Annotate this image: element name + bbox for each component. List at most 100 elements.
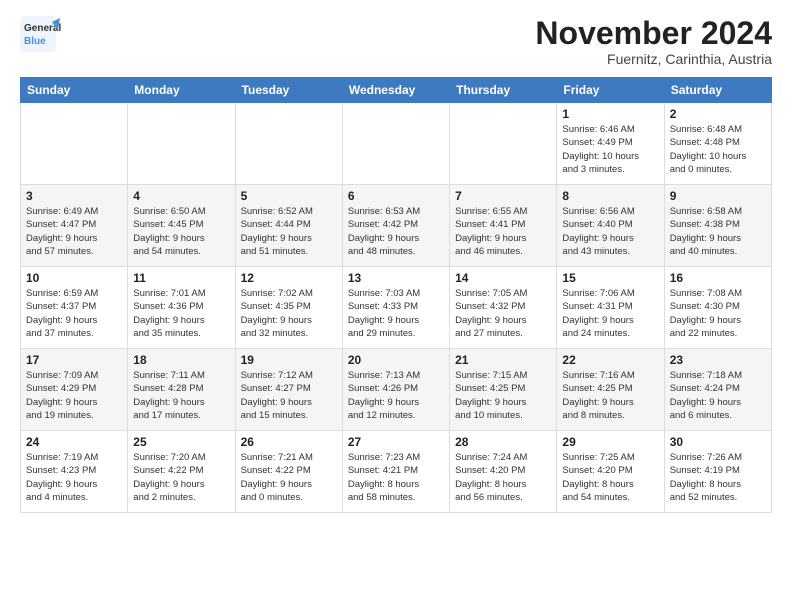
day-number: 18 bbox=[133, 353, 229, 367]
day-number: 11 bbox=[133, 271, 229, 285]
day-info: Sunrise: 6:55 AM Sunset: 4:41 PM Dayligh… bbox=[455, 205, 551, 258]
day-number: 16 bbox=[670, 271, 766, 285]
table-row: 1 Sunrise: 6:46 AM Sunset: 4:49 PM Daylig… bbox=[557, 103, 664, 185]
day-info: Sunrise: 7:19 AM Sunset: 4:23 PM Dayligh… bbox=[26, 451, 122, 504]
day-info: Sunrise: 7:01 AM Sunset: 4:36 PM Dayligh… bbox=[133, 287, 229, 340]
title-area: November 2024 Fuernitz, Carinthia, Austr… bbox=[535, 16, 772, 67]
day-info: Sunrise: 6:53 AM Sunset: 4:42 PM Dayligh… bbox=[348, 205, 444, 258]
header: General Blue November 2024 Fuernitz, Car… bbox=[20, 16, 772, 67]
day-number: 26 bbox=[241, 435, 337, 449]
day-info: Sunrise: 6:58 AM Sunset: 4:38 PM Dayligh… bbox=[670, 205, 766, 258]
day-info: Sunrise: 6:56 AM Sunset: 4:40 PM Dayligh… bbox=[562, 205, 658, 258]
table-row: 3 Sunrise: 6:49 AM Sunset: 4:47 PM Daylig… bbox=[21, 185, 128, 267]
day-info: Sunrise: 7:03 AM Sunset: 4:33 PM Dayligh… bbox=[348, 287, 444, 340]
day-number: 25 bbox=[133, 435, 229, 449]
day-number: 28 bbox=[455, 435, 551, 449]
table-row: 25 Sunrise: 7:20 AM Sunset: 4:22 PM Dayli… bbox=[128, 431, 235, 513]
calendar-week-row: 10Sunrise: 6:59 AM Sunset: 4:37 PM Dayli… bbox=[21, 267, 772, 349]
table-row: 20 Sunrise: 7:13 AM Sunset: 4:26 PM Dayli… bbox=[342, 349, 449, 431]
table-row: 9 Sunrise: 6:58 AM Sunset: 4:38 PM Daylig… bbox=[664, 185, 771, 267]
calendar-header-row: Sunday Monday Tuesday Wednesday Thursday… bbox=[21, 78, 772, 103]
table-row: 8 Sunrise: 6:56 AM Sunset: 4:40 PM Daylig… bbox=[557, 185, 664, 267]
day-info: Sunrise: 7:26 AM Sunset: 4:19 PM Dayligh… bbox=[670, 451, 766, 504]
location-subtitle: Fuernitz, Carinthia, Austria bbox=[535, 51, 772, 67]
day-number: 13 bbox=[348, 271, 444, 285]
table-row bbox=[235, 103, 342, 185]
col-monday: Monday bbox=[128, 78, 235, 103]
table-row: 19Sunrise: 7:12 AM Sunset: 4:27 PM Dayli… bbox=[235, 349, 342, 431]
table-row: 10Sunrise: 6:59 AM Sunset: 4:37 PM Dayli… bbox=[21, 267, 128, 349]
day-info: Sunrise: 7:23 AM Sunset: 4:21 PM Dayligh… bbox=[348, 451, 444, 504]
table-row: 16Sunrise: 7:08 AM Sunset: 4:30 PM Dayli… bbox=[664, 267, 771, 349]
month-title: November 2024 bbox=[535, 16, 772, 51]
table-row: 5Sunrise: 6:52 AM Sunset: 4:44 PM Daylig… bbox=[235, 185, 342, 267]
col-tuesday: Tuesday bbox=[235, 78, 342, 103]
table-row: 27 Sunrise: 7:23 AM Sunset: 4:21 PM Dayli… bbox=[342, 431, 449, 513]
table-row: 2 Sunrise: 6:48 AM Sunset: 4:48 PM Daylig… bbox=[664, 103, 771, 185]
day-info: Sunrise: 7:12 AM Sunset: 4:27 PM Dayligh… bbox=[241, 369, 337, 422]
table-row: 14 Sunrise: 7:05 AM Sunset: 4:32 PM Dayli… bbox=[450, 267, 557, 349]
day-info: Sunrise: 6:49 AM Sunset: 4:47 PM Dayligh… bbox=[26, 205, 122, 258]
day-info: Sunrise: 7:02 AM Sunset: 4:35 PM Dayligh… bbox=[241, 287, 337, 340]
day-info: Sunrise: 6:46 AM Sunset: 4:49 PM Dayligh… bbox=[562, 123, 658, 176]
day-number: 29 bbox=[562, 435, 658, 449]
table-row: 23Sunrise: 7:18 AM Sunset: 4:24 PM Dayli… bbox=[664, 349, 771, 431]
day-number: 5 bbox=[241, 189, 337, 203]
day-info: Sunrise: 7:05 AM Sunset: 4:32 PM Dayligh… bbox=[455, 287, 551, 340]
day-info: Sunrise: 7:21 AM Sunset: 4:22 PM Dayligh… bbox=[241, 451, 337, 504]
day-info: Sunrise: 7:09 AM Sunset: 4:29 PM Dayligh… bbox=[26, 369, 122, 422]
day-number: 20 bbox=[348, 353, 444, 367]
day-info: Sunrise: 7:20 AM Sunset: 4:22 PM Dayligh… bbox=[133, 451, 229, 504]
table-row: 29 Sunrise: 7:25 AM Sunset: 4:20 PM Dayli… bbox=[557, 431, 664, 513]
table-row: 17 Sunrise: 7:09 AM Sunset: 4:29 PM Dayli… bbox=[21, 349, 128, 431]
day-number: 1 bbox=[562, 107, 658, 121]
day-info: Sunrise: 6:48 AM Sunset: 4:48 PM Dayligh… bbox=[670, 123, 766, 176]
day-info: Sunrise: 7:25 AM Sunset: 4:20 PM Dayligh… bbox=[562, 451, 658, 504]
calendar-week-row: 1 Sunrise: 6:46 AM Sunset: 4:49 PM Daylig… bbox=[21, 103, 772, 185]
table-row: 28 Sunrise: 7:24 AM Sunset: 4:20 PM Dayli… bbox=[450, 431, 557, 513]
day-info: Sunrise: 7:24 AM Sunset: 4:20 PM Dayligh… bbox=[455, 451, 551, 504]
day-info: Sunrise: 7:13 AM Sunset: 4:26 PM Dayligh… bbox=[348, 369, 444, 422]
day-number: 9 bbox=[670, 189, 766, 203]
table-row: 21 Sunrise: 7:15 AM Sunset: 4:25 PM Dayli… bbox=[450, 349, 557, 431]
table-row: 30 Sunrise: 7:26 AM Sunset: 4:19 PM Dayli… bbox=[664, 431, 771, 513]
calendar-week-row: 17 Sunrise: 7:09 AM Sunset: 4:29 PM Dayli… bbox=[21, 349, 772, 431]
day-number: 2 bbox=[670, 107, 766, 121]
day-number: 10 bbox=[26, 271, 122, 285]
table-row: 11 Sunrise: 7:01 AM Sunset: 4:36 PM Dayli… bbox=[128, 267, 235, 349]
col-saturday: Saturday bbox=[664, 78, 771, 103]
table-row: 22Sunrise: 7:16 AM Sunset: 4:25 PM Dayli… bbox=[557, 349, 664, 431]
calendar-week-row: 3 Sunrise: 6:49 AM Sunset: 4:47 PM Daylig… bbox=[21, 185, 772, 267]
calendar-table: Sunday Monday Tuesday Wednesday Thursday… bbox=[20, 77, 772, 513]
day-number: 7 bbox=[455, 189, 551, 203]
day-info: Sunrise: 6:50 AM Sunset: 4:45 PM Dayligh… bbox=[133, 205, 229, 258]
table-row: 24Sunrise: 7:19 AM Sunset: 4:23 PM Dayli… bbox=[21, 431, 128, 513]
calendar-week-row: 24Sunrise: 7:19 AM Sunset: 4:23 PM Dayli… bbox=[21, 431, 772, 513]
day-number: 21 bbox=[455, 353, 551, 367]
table-row bbox=[128, 103, 235, 185]
page: General Blue November 2024 Fuernitz, Car… bbox=[0, 0, 792, 612]
day-number: 17 bbox=[26, 353, 122, 367]
day-number: 22 bbox=[562, 353, 658, 367]
table-row: 26 Sunrise: 7:21 AM Sunset: 4:22 PM Dayli… bbox=[235, 431, 342, 513]
day-number: 8 bbox=[562, 189, 658, 203]
table-row: 6 Sunrise: 6:53 AM Sunset: 4:42 PM Daylig… bbox=[342, 185, 449, 267]
day-info: Sunrise: 7:15 AM Sunset: 4:25 PM Dayligh… bbox=[455, 369, 551, 422]
table-row: 4 Sunrise: 6:50 AM Sunset: 4:45 PM Daylig… bbox=[128, 185, 235, 267]
day-number: 30 bbox=[670, 435, 766, 449]
table-row: 13 Sunrise: 7:03 AM Sunset: 4:33 PM Dayli… bbox=[342, 267, 449, 349]
table-row bbox=[450, 103, 557, 185]
day-info: Sunrise: 7:11 AM Sunset: 4:28 PM Dayligh… bbox=[133, 369, 229, 422]
day-number: 27 bbox=[348, 435, 444, 449]
svg-text:Blue: Blue bbox=[24, 36, 46, 47]
day-number: 6 bbox=[348, 189, 444, 203]
day-number: 14 bbox=[455, 271, 551, 285]
table-row: 7 Sunrise: 6:55 AM Sunset: 4:41 PM Daylig… bbox=[450, 185, 557, 267]
day-number: 4 bbox=[133, 189, 229, 203]
day-info: Sunrise: 7:18 AM Sunset: 4:24 PM Dayligh… bbox=[670, 369, 766, 422]
day-number: 3 bbox=[26, 189, 122, 203]
table-row: 12 Sunrise: 7:02 AM Sunset: 4:35 PM Dayli… bbox=[235, 267, 342, 349]
col-sunday: Sunday bbox=[21, 78, 128, 103]
day-number: 12 bbox=[241, 271, 337, 285]
table-row bbox=[342, 103, 449, 185]
